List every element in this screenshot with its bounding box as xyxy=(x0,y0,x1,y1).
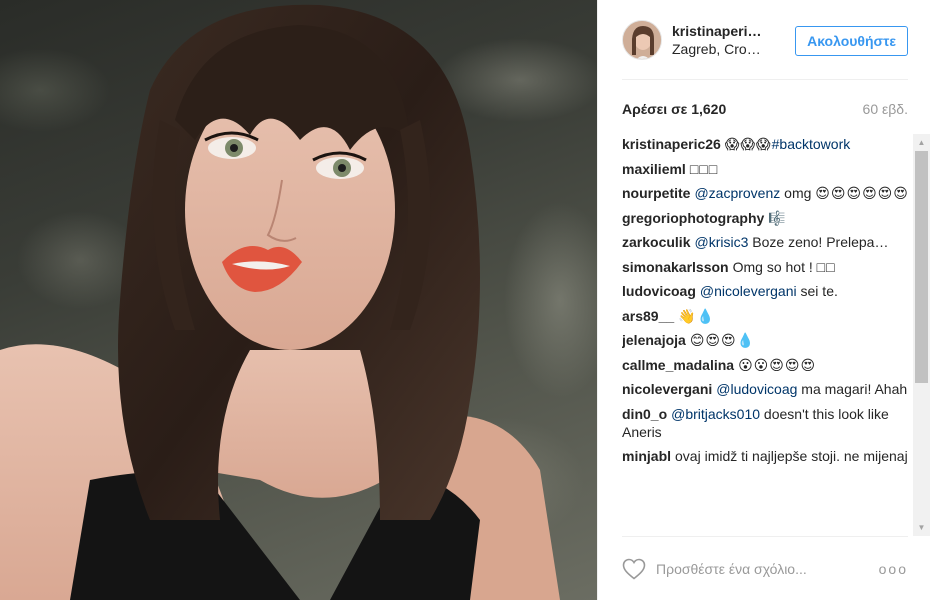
comment-text: ovaj imidž ti najljepše stoji. ne mijena… xyxy=(675,448,908,464)
comment-emoji: □□ xyxy=(816,258,836,275)
location-link[interactable]: Zagreb, Cro… xyxy=(672,40,772,58)
comment-text: sei te. xyxy=(796,283,838,299)
comment-username-link[interactable]: zarkoculik xyxy=(622,234,690,250)
comment-item: maxilieml □□□ xyxy=(622,160,912,178)
comments-scrollbar[interactable]: ▲ ▼ xyxy=(913,134,930,536)
comment-text: Boze zeno! Prelepa… xyxy=(748,234,889,250)
comment-mention-link[interactable]: @nicolevergani xyxy=(700,283,797,299)
comment-item: zarkoculik @krisic3 Boze zeno! Prelepa… xyxy=(622,233,912,251)
photo-illustration xyxy=(0,4,560,600)
comment-mention-link[interactable]: @britjacks010 xyxy=(671,406,760,422)
comment-mention-link[interactable]: @zacprovenz xyxy=(694,185,780,201)
comment-item: jelenajoja 😊😍😍💧 xyxy=(622,331,912,349)
username-link[interactable]: kristinaperi… xyxy=(672,22,772,40)
comment-emoji: 🎼 xyxy=(768,209,787,226)
comment-item: ars89__ 👋💧 xyxy=(622,307,912,325)
post-time[interactable]: 60 εβδ. xyxy=(863,101,908,117)
comment-emoji: 😱😱😱 xyxy=(724,136,772,152)
comment-username-link[interactable]: ludovicoag xyxy=(622,283,696,299)
comment-item: nourpetite @zacprovenz omg 😍😍😍😍😍😍 xyxy=(622,184,912,202)
comment-item: simonakarlsson Omg so hot ! □□ xyxy=(622,258,912,276)
post-side-panel: kristinaperi… Zagreb, Cro… Ακολουθήστε Α… xyxy=(597,0,930,600)
ellipsis-icon[interactable]: ooo xyxy=(879,561,908,577)
comment-mention-link[interactable]: #backtowork xyxy=(772,136,851,152)
comment-item: gregoriophotography 🎼 xyxy=(622,209,912,227)
triangle-down-icon[interactable]: ▼ xyxy=(913,519,930,536)
heart-outline-icon[interactable] xyxy=(622,558,646,580)
follow-button[interactable]: Ακολουθήστε xyxy=(795,26,908,56)
comment-username-link[interactable]: nourpetite xyxy=(622,185,690,201)
likes-row: Αρέσει σε 1,620 60 εβδ. xyxy=(622,98,908,120)
comment-username-link[interactable]: maxilieml xyxy=(622,161,686,177)
comment-username-link[interactable]: simonakarlsson xyxy=(622,259,729,275)
post-header: kristinaperi… Zagreb, Cro… Ακολουθήστε xyxy=(622,0,908,80)
user-meta: kristinaperi… Zagreb, Cro… xyxy=(672,22,772,58)
comment-username-link[interactable]: callme_madalina xyxy=(622,357,734,373)
comment-emoji: 👋💧 xyxy=(678,307,716,324)
comment-username-link[interactable]: kristinaperic26 xyxy=(622,136,721,152)
comment-input[interactable] xyxy=(656,556,866,581)
add-comment-row: ooo xyxy=(622,536,908,600)
comment-username-link[interactable]: minjabl xyxy=(622,448,671,464)
comment-item: kristinaperic26 😱😱😱#backtowork xyxy=(622,135,912,153)
comment-username-link[interactable]: ars89__ xyxy=(622,308,674,324)
comment-text: omg xyxy=(780,185,816,201)
comment-emoji: □□□ xyxy=(689,160,719,177)
triangle-up-icon[interactable]: ▲ xyxy=(913,134,930,151)
comment-username-link[interactable]: din0_o xyxy=(622,406,667,422)
comment-item: callme_madalina 😮😮😍😍😍 xyxy=(622,356,912,374)
comment-emoji: 😊😍😍💧 xyxy=(689,332,756,348)
comment-mention-link[interactable]: @krisic3 xyxy=(694,234,748,250)
comment-text: ma magari! Ahah xyxy=(797,381,908,397)
comment-username-link[interactable]: jelenajoja xyxy=(622,332,686,348)
comment-username-link[interactable]: gregoriophotography xyxy=(622,210,764,226)
comments-list[interactable]: kristinaperic26 😱😱😱#backtowork maxilieml □□… xyxy=(622,135,912,535)
comment-item: minjabl ovaj imidž ti najljepše stoji. ne… xyxy=(622,447,912,465)
comment-item: din0_o @britjacks010 doesn't this look li… xyxy=(622,405,912,441)
comment-item: nicolevergani @ludovicoag ma magari! Ahah xyxy=(622,380,912,398)
post-photo[interactable] xyxy=(0,0,597,600)
avatar[interactable] xyxy=(622,19,662,60)
comment-item: ludovicoag @nicolevergani sei te. xyxy=(622,282,912,300)
post-view: kristinaperi… Zagreb, Cro… Ακολουθήστε Α… xyxy=(0,0,930,600)
comment-mention-link[interactable]: @ludovicoag xyxy=(716,381,797,397)
scrollbar-thumb[interactable] xyxy=(915,151,928,383)
comment-emoji: 😍😍😍😍😍😍 xyxy=(815,185,909,201)
likes-count[interactable]: Αρέσει σε 1,620 xyxy=(622,101,726,117)
comment-text: Omg so hot ! xyxy=(732,258,817,275)
comment-emoji: 😮😮😍😍😍 xyxy=(738,356,817,373)
comment-username-link[interactable]: nicolevergani xyxy=(622,381,712,397)
avatar-image xyxy=(623,20,661,59)
